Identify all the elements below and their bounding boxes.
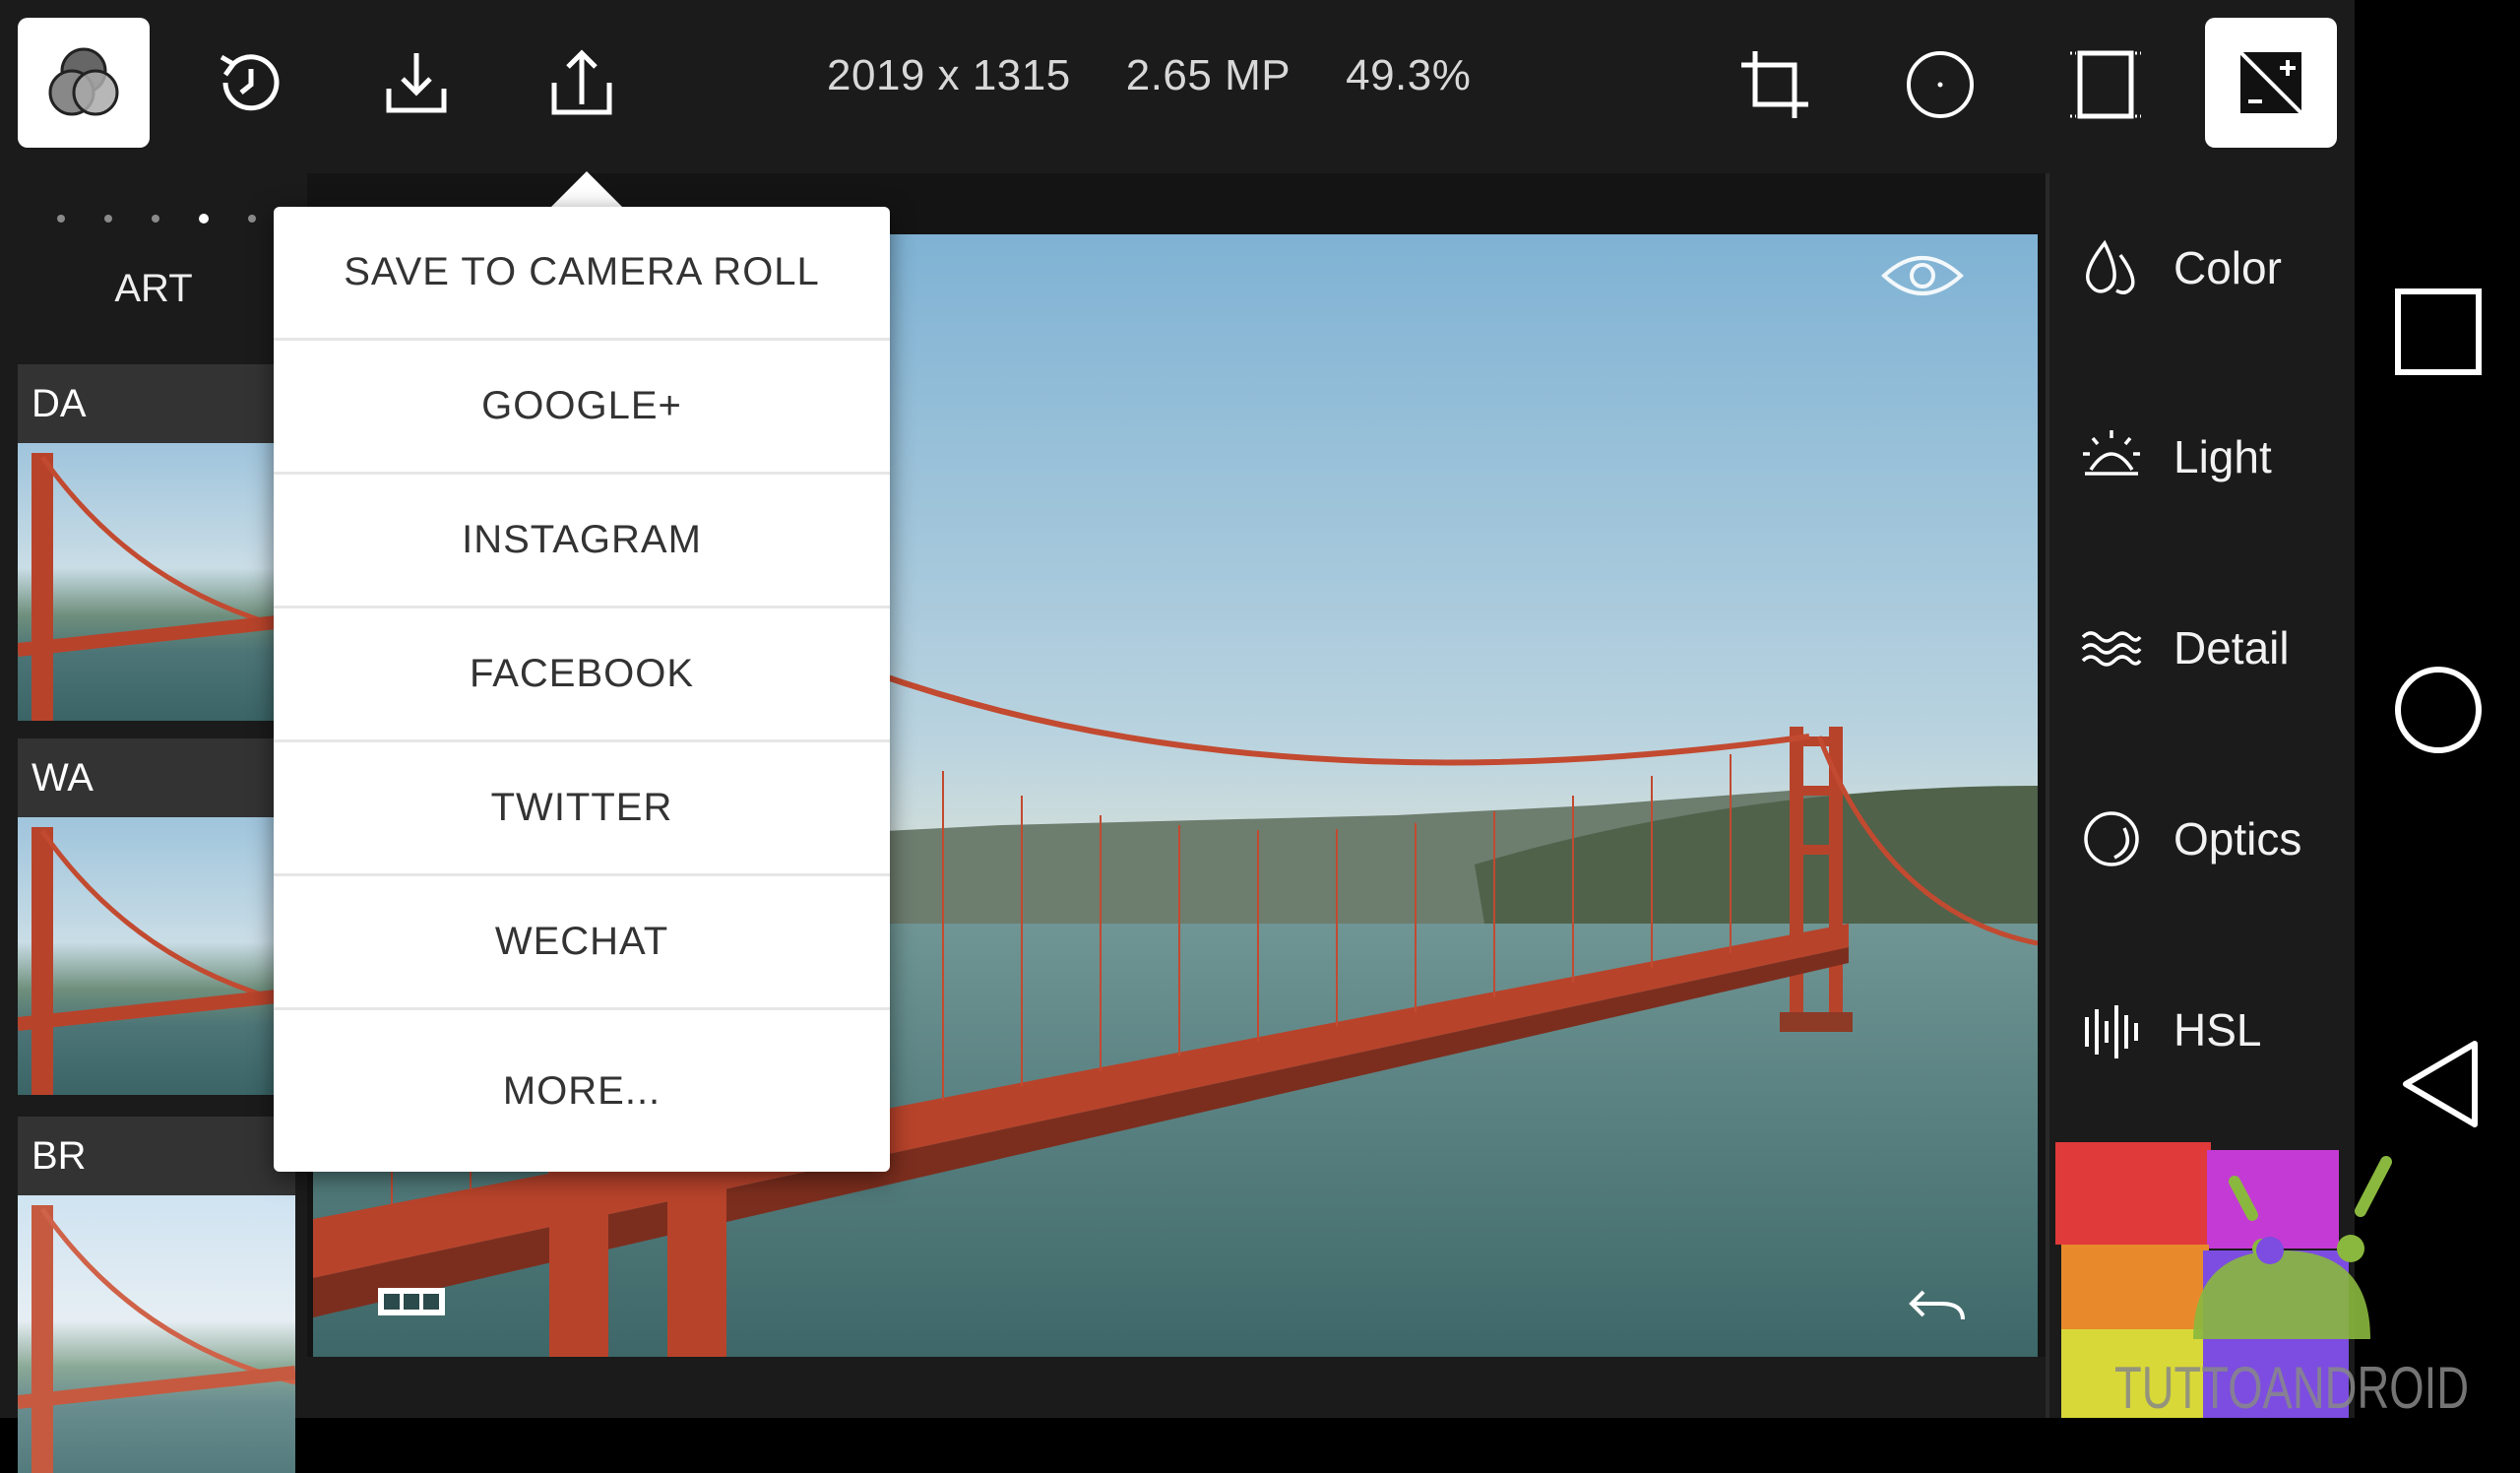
filmstrip-icon[interactable]: [376, 1282, 447, 1326]
frame-icon: [2070, 50, 2141, 119]
tool-optics[interactable]: Optics: [2079, 800, 2301, 878]
preset-category: ART: [114, 267, 193, 310]
page-dot[interactable]: [248, 215, 256, 223]
menu-item-twitter[interactable]: TWITTER: [274, 742, 890, 876]
presets-icon: [48, 47, 119, 116]
page-dot-active[interactable]: [199, 214, 209, 224]
presets-button[interactable]: [18, 18, 150, 148]
share-menu: SAVE TO CAMERA ROLL GOOGLE+ INSTAGRAM FA…: [274, 207, 890, 1172]
history-icon: [220, 54, 280, 111]
tuttoandroid-watermark: TUTTOANDROID: [2055, 1142, 2520, 1421]
back-icon[interactable]: [2398, 1038, 2483, 1130]
tool-label: Light: [2174, 431, 2272, 482]
save-icon: [386, 53, 447, 113]
page-dot[interactable]: [104, 215, 112, 223]
tuttoandroid-logo: TUTTOANDROID: [2055, 1142, 2469, 1421]
tool-label: Detail: [2174, 622, 2290, 673]
share-button[interactable]: [539, 35, 624, 130]
canvas-bottom-bar: [307, 1357, 2046, 1418]
menu-item-google-plus[interactable]: GOOGLE+: [274, 341, 890, 475]
page-indicator: [57, 214, 256, 224]
preset-panel: ART DA WA BR: [0, 173, 307, 1473]
menu-item-wechat[interactable]: WECHAT: [274, 876, 890, 1010]
tool-label: Color: [2174, 242, 2282, 293]
tool-label: Optics: [2174, 813, 2302, 865]
tool-hsl[interactable]: HSL: [2079, 991, 2261, 1069]
preset-label: BR: [18, 1117, 295, 1195]
share-icon: [551, 49, 612, 115]
detail-icon: [2081, 631, 2142, 667]
menu-item-save-to-camera-roll[interactable]: SAVE TO CAMERA ROLL: [274, 207, 890, 341]
image-dimensions: 2019 x 1315: [827, 51, 1071, 99]
crop-icon: [1741, 51, 1808, 118]
page-dot[interactable]: [152, 215, 159, 223]
light-icon: [2083, 430, 2140, 476]
preset-item-da[interactable]: DA: [18, 364, 295, 721]
tool-label: HSL: [2174, 1004, 2262, 1056]
vignette-icon: [1907, 51, 1974, 118]
compare-button[interactable]: [2205, 18, 2337, 148]
top-toolbar: 2019 x 1315 2.65 MP 49.3%: [0, 0, 2355, 173]
eye-icon[interactable]: [1878, 246, 1967, 310]
preset-item-br[interactable]: BR: [18, 1117, 295, 1473]
tool-light[interactable]: Light: [2079, 417, 2272, 496]
recents-icon[interactable]: [2394, 288, 2483, 376]
page-dot[interactable]: [57, 215, 65, 223]
tool-detail[interactable]: Detail: [2079, 608, 2290, 687]
save-button[interactable]: [374, 35, 459, 130]
image-info: 2019 x 1315 2.65 MP 49.3%: [827, 51, 1471, 110]
compare-icon: [2238, 50, 2303, 115]
preset-thumbnail: [18, 1195, 295, 1473]
vignette-button[interactable]: [1898, 37, 1983, 132]
watermark-text: TUTTOANDROID: [2114, 1355, 2469, 1418]
frame-button[interactable]: [2063, 37, 2148, 132]
history-button[interactable]: [209, 35, 293, 130]
optics-icon: [2084, 811, 2139, 866]
menu-item-instagram[interactable]: INSTAGRAM: [274, 475, 890, 608]
share-menu-arrow: [549, 171, 624, 209]
menu-item-more[interactable]: MORE...: [274, 1010, 890, 1172]
preset-item-wa[interactable]: WA: [18, 738, 295, 1095]
image-megapixels: 2.65 MP: [1125, 51, 1292, 99]
undo-icon[interactable]: [1902, 1282, 1971, 1336]
preset-thumbnail: [18, 443, 295, 721]
hsl-icon: [2085, 1005, 2138, 1058]
color-icon: [2086, 239, 2135, 294]
tool-color[interactable]: Color: [2079, 228, 2282, 307]
zoom-level: 49.3%: [1346, 51, 1472, 99]
menu-item-facebook[interactable]: FACEBOOK: [274, 608, 890, 742]
crop-button[interactable]: [1732, 37, 1817, 132]
preset-thumbnail: [18, 817, 295, 1095]
home-icon[interactable]: [2392, 664, 2485, 756]
preset-label: DA: [18, 364, 295, 443]
preset-label: WA: [18, 738, 295, 817]
